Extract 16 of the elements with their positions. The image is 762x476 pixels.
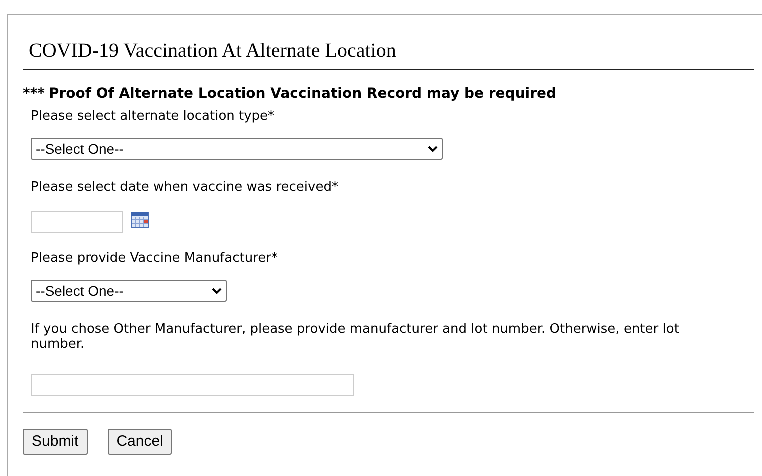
select-dropdown[interactable]: --Select One-- (31, 280, 227, 302)
chevron-down-icon (212, 288, 222, 294)
cancel-button[interactable]: Cancel (108, 429, 172, 455)
page-title: COVID-19 Vaccination At Alternate Location (29, 39, 398, 63)
asterisks: *** (23, 85, 45, 104)
field-label: Please provide Vaccine Manufacturer* (31, 251, 279, 266)
select-dropdown[interactable]: --Select One-- (31, 138, 443, 160)
chevron-down-icon (428, 146, 438, 152)
lot-number-field[interactable] (31, 374, 354, 396)
field-label: Please select alternate location type* (31, 109, 276, 124)
submit-button[interactable]: Submit (23, 429, 88, 455)
date-field[interactable] (31, 211, 123, 233)
field-label: Please select date when vaccine was received* (31, 180, 340, 195)
calendar-icon[interactable] (131, 211, 149, 228)
field-label: If you chose Other Manufacturer, please provide manufacturer and lot number. Otherwise, enter lot number. (31, 322, 680, 352)
notice-text: Proof Of Alternate Location Vaccination Record may be required (48, 85, 557, 104)
